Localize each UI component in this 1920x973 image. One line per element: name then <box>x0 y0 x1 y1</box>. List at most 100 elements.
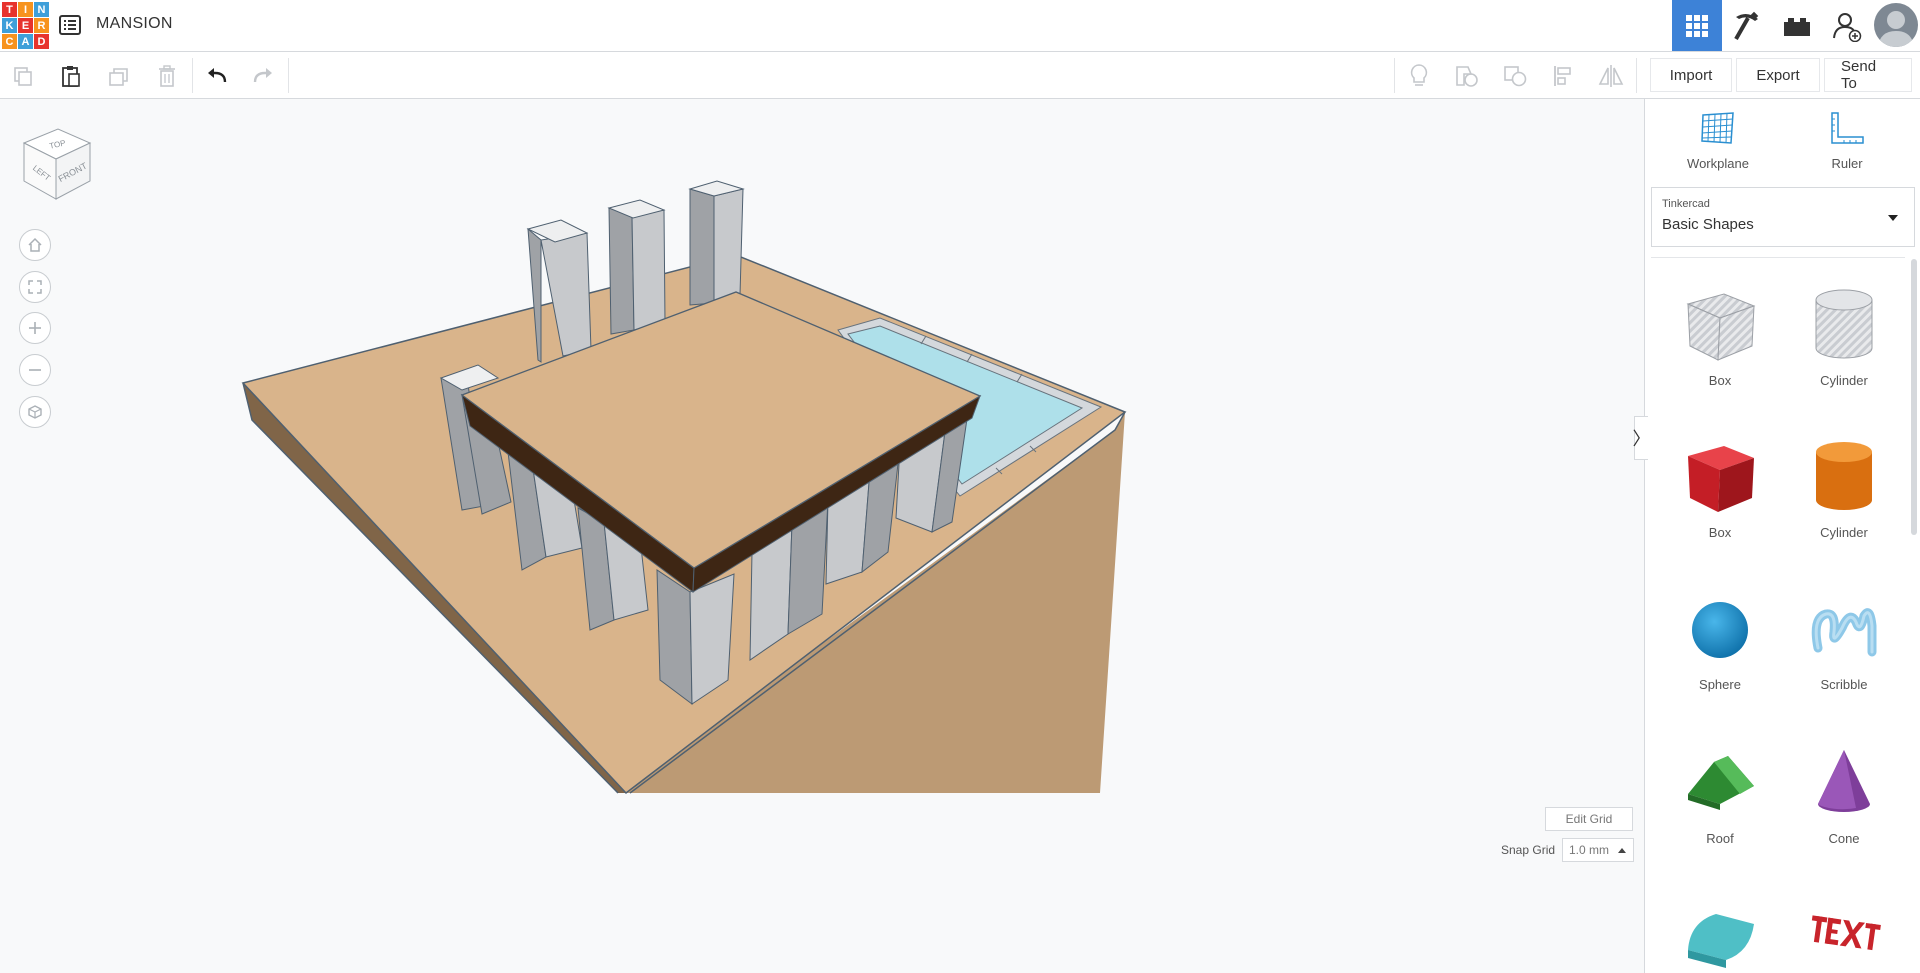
box-icon <box>1688 446 1754 512</box>
caret-up-icon <box>1618 848 1626 853</box>
shape-cone[interactable]: Cone <box>1789 742 1899 846</box>
ruler-label: Ruler <box>1831 156 1863 171</box>
list-icon <box>59 15 81 35</box>
shape-round-roof[interactable] <box>1665 896 1775 973</box>
shape-label: Cylinder <box>1820 525 1868 540</box>
shape-roof[interactable]: Roof <box>1665 742 1775 846</box>
toolbar-separator <box>288 58 289 93</box>
view-cube[interactable]: TOP LEFT FRONT <box>20 121 106 207</box>
tinkercad-logo[interactable]: T I N K E R C A D <box>2 2 49 49</box>
workplane-icon <box>1701 112 1734 144</box>
delete-icon <box>159 64 175 87</box>
align-button[interactable] <box>1540 52 1586 99</box>
shape-label: Sphere <box>1699 677 1741 692</box>
shape-cylinder[interactable]: Cylinder <box>1789 436 1899 540</box>
copy-icon <box>14 66 32 86</box>
export-button[interactable]: Export <box>1736 58 1820 92</box>
logo-letter: I <box>18 2 33 17</box>
caret-down-icon <box>1888 215 1898 221</box>
snap-grid-select[interactable]: 1.0 mm <box>1562 838 1634 862</box>
home-view-button[interactable] <box>19 229 51 261</box>
zoom-out-icon <box>29 369 41 371</box>
logo-letter: C <box>2 34 17 49</box>
user-avatar[interactable] <box>1874 3 1918 47</box>
snap-grid-label: Snap Grid <box>1501 843 1556 857</box>
shape-label: Cylinder <box>1820 373 1868 388</box>
logo-letter: T <box>2 2 17 17</box>
delete-button[interactable] <box>144 52 190 99</box>
perspective-toggle-button[interactable] <box>19 396 51 428</box>
avatar-silhouette-icon <box>1878 11 1914 47</box>
ungroup-button[interactable] <box>1492 52 1538 99</box>
ungroup-icon <box>1504 65 1527 86</box>
duplicate-button[interactable] <box>96 52 142 99</box>
blocks-view-button[interactable] <box>1722 0 1772 51</box>
edit-grid-button[interactable]: Edit Grid <box>1545 807 1633 831</box>
shape-scribble[interactable]: Scribble <box>1789 588 1899 692</box>
shape-library-dropdown[interactable]: Tinkercad Basic Shapes <box>1651 187 1915 247</box>
send-to-button[interactable]: Send To <box>1824 58 1912 92</box>
shape-label: Cone <box>1828 831 1860 846</box>
shape-grid: Box Cylinder Box Cylinder Sphere Scribbl… <box>1651 257 1905 973</box>
design-list-button[interactable] <box>58 13 82 37</box>
toolbar-separator <box>1636 58 1637 93</box>
undo-icon <box>208 67 227 82</box>
shape-box[interactable]: Box <box>1665 436 1775 540</box>
toolbar-separator <box>1394 58 1395 93</box>
library-provider-label: Tinkercad <box>1662 198 1710 210</box>
paste-icon <box>62 65 80 87</box>
redo-button[interactable] <box>240 52 286 99</box>
ruler-icon <box>1831 112 1864 144</box>
shape-label: Box <box>1708 373 1732 388</box>
mirror-icon <box>1598 64 1624 87</box>
undo-button[interactable] <box>194 52 240 99</box>
design-title[interactable]: MANSION <box>96 15 173 33</box>
shape-hole-cylinder[interactable]: Cylinder <box>1789 284 1899 388</box>
home-icon <box>28 237 42 252</box>
copy-button[interactable] <box>0 52 46 99</box>
add-user-icon <box>1833 12 1862 42</box>
zoom-out-button[interactable] <box>19 354 51 386</box>
shapes-panel: Workplane Ruler Tinkercad Basic Shapes B… <box>1644 99 1920 973</box>
library-name: Basic Shapes <box>1662 216 1754 233</box>
align-icon <box>1554 65 1571 86</box>
workplane-tool[interactable]: Workplane <box>1668 111 1768 171</box>
shape-sphere[interactable]: Sphere <box>1665 588 1775 692</box>
shape-text[interactable] <box>1789 896 1899 973</box>
sphere-icon <box>1692 602 1748 658</box>
toolbar-separator <box>192 58 193 93</box>
panel-scrollbar[interactable] <box>1911 259 1917 535</box>
zoom-in-icon <box>29 322 41 334</box>
bricks-view-button[interactable] <box>1772 0 1822 51</box>
shape-label: Box <box>1708 525 1732 540</box>
brick-icon <box>1784 17 1810 36</box>
3d-design-view-button[interactable] <box>1672 0 1722 51</box>
hole-box-icon <box>1686 293 1756 361</box>
scribble-icon <box>1811 608 1877 657</box>
shape-label: Roof <box>1706 831 1734 846</box>
mirror-button[interactable] <box>1588 52 1634 99</box>
shape-label: Scribble <box>1820 677 1868 692</box>
notes-button[interactable] <box>1396 52 1442 99</box>
cylinder-icon <box>1816 442 1872 510</box>
roof-icon <box>1688 756 1754 810</box>
3d-workspace[interactable]: TOP LEFT FRONT Edit Grid Snap Grid 1.0 m… <box>0 99 1644 973</box>
shape-hole-box[interactable]: Box <box>1665 284 1775 388</box>
redo-icon <box>253 67 272 82</box>
logo-letter: A <box>18 34 33 49</box>
logo-letter: N <box>34 2 49 17</box>
perspective-icon <box>28 405 42 419</box>
round-roof-icon <box>1688 914 1754 968</box>
import-button[interactable]: Import <box>1650 58 1732 92</box>
paste-button[interactable] <box>48 52 94 99</box>
zoom-in-button[interactable] <box>19 312 51 344</box>
fit-view-button[interactable] <box>19 271 51 303</box>
snap-grid-value: 1.0 mm <box>1569 843 1610 857</box>
3d-scene[interactable] <box>0 99 1644 973</box>
invite-people-button[interactable] <box>1822 0 1872 51</box>
ruler-tool[interactable]: Ruler <box>1797 111 1897 171</box>
panel-collapse-tab[interactable]: 〉 <box>1633 416 1651 460</box>
logo-letter: R <box>34 18 49 33</box>
logo-letter: D <box>34 34 49 49</box>
group-button[interactable] <box>1444 52 1490 99</box>
